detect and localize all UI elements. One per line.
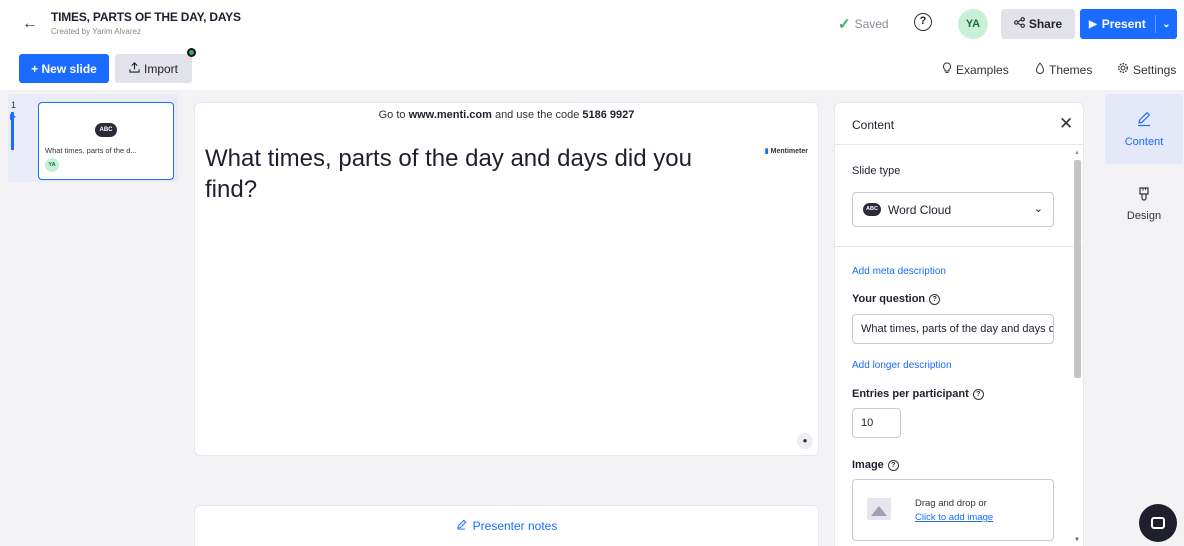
notification-dot — [187, 48, 196, 57]
image-placeholder-icon — [867, 498, 891, 520]
word-cloud-icon: ABC — [863, 203, 881, 216]
back-arrow-icon[interactable]: ← — [20, 14, 40, 34]
add-meta-description-link[interactable]: Add meta description — [852, 266, 946, 277]
examples-label: Examples — [956, 62, 1009, 77]
top-bar: ← TIMES, PARTS OF THE DAY, DAYS Created … — [0, 0, 1184, 46]
help-icon[interactable]: ? — [914, 13, 932, 31]
instruction-code: 5186 9927 — [582, 109, 635, 121]
present-label: Present — [1101, 17, 1146, 31]
examples-button[interactable]: Examples — [942, 62, 1009, 77]
new-slide-button[interactable]: + New slide — [19, 54, 109, 83]
instruction-url: www.menti.com — [408, 109, 492, 121]
themes-button[interactable]: Themes — [1035, 62, 1092, 77]
chat-icon — [1151, 517, 1165, 529]
editor-toolbar: + New slide Import Examples Themes Setti… — [0, 46, 1184, 90]
chat-button[interactable] — [1139, 504, 1177, 542]
slide-number: 1 — [11, 100, 17, 110]
slide-list-panel: 1 ▶ ABC What times, parts of the d... YA — [0, 90, 181, 546]
chevron-down-icon: ⌄ — [1033, 203, 1043, 215]
chevron-down-icon[interactable]: ⌄ — [1156, 19, 1177, 30]
slide-canvas[interactable]: Go to www.menti.com and use the code 518… — [194, 102, 819, 456]
created-by-text: Created by Yarim Alvarez — [51, 27, 141, 36]
slide-thumbnail[interactable]: ABC What times, parts of the d... YA — [38, 102, 174, 180]
presentation-title[interactable]: TIMES, PARTS OF THE DAY, DAYS — [51, 10, 241, 24]
content-tab-label: Content — [1124, 135, 1164, 148]
scroll-down-icon[interactable]: ▼ — [1073, 537, 1081, 543]
right-rail: Content Design — [1098, 90, 1184, 546]
instruction-prefix: Go to — [378, 109, 409, 121]
your-question-label: Your question ? — [852, 293, 941, 305]
slide-type-label: Slide type — [852, 165, 901, 177]
saved-label: Saved — [854, 17, 889, 31]
play-icon: ▶ — [1089, 18, 1097, 30]
paint-brush-icon — [1136, 185, 1152, 204]
share-label: Share — [1028, 17, 1063, 31]
user-avatar[interactable]: YA — [958, 9, 988, 39]
help-icon[interactable]: ? — [887, 459, 899, 471]
thumbnail-avatar: YA — [45, 158, 59, 172]
content-panel: Content ✕ Slide type ABC Word Cloud ⌄ Ad… — [834, 102, 1084, 546]
mentimeter-logo: ▮ Mentimeter — [764, 147, 808, 156]
help-icon[interactable]: ? — [929, 293, 941, 305]
join-instructions: Go to www.menti.com and use the code 518… — [195, 109, 818, 121]
add-image-link[interactable]: Click to add image — [915, 512, 993, 523]
content-tab[interactable]: Content — [1105, 94, 1183, 164]
pencil-icon — [1136, 111, 1152, 130]
pencil-icon — [456, 519, 467, 533]
your-question-text: Your question — [852, 293, 926, 305]
presenter-notes-label: Presenter notes — [472, 519, 558, 533]
slide-type-value: Word Cloud — [888, 202, 952, 217]
instruction-middle: and use the code — [491, 109, 583, 121]
add-longer-description-link[interactable]: Add longer description — [852, 360, 952, 371]
image-label: Image ? — [852, 459, 899, 471]
themes-label: Themes — [1049, 62, 1093, 77]
slide-type-select[interactable]: ABC Word Cloud ⌄ — [852, 192, 1054, 227]
import-button[interactable]: Import — [115, 54, 192, 83]
presenter-notes-button[interactable]: Presenter notes — [194, 505, 819, 546]
image-text: Image — [852, 459, 884, 471]
present-button-group: ▶ Present ⌄ — [1080, 9, 1177, 39]
thumbnail-title: What times, parts of the d... — [45, 146, 137, 155]
content-panel-title: Content — [852, 118, 895, 132]
section-divider — [835, 246, 1083, 247]
checkmark-icon: ✓ — [838, 16, 851, 33]
slide-question[interactable]: What times, parts of the day and days di… — [205, 143, 735, 205]
bars-icon: ▮ — [764, 148, 769, 155]
help-icon[interactable]: ? — [972, 388, 984, 400]
panel-scrollbar[interactable]: ▲ ▼ — [1073, 150, 1081, 546]
save-status: ✓ Saved — [838, 15, 889, 33]
entries-label: Entries per participant ? — [852, 388, 984, 400]
drop-text: Drag and drop or — [915, 498, 987, 509]
scrollbar-thumb[interactable] — [1074, 160, 1081, 378]
play-icon: ▶ — [10, 112, 17, 121]
close-icon[interactable]: ✕ — [1059, 114, 1073, 134]
settings-label: Settings — [1133, 62, 1177, 77]
word-cloud-icon: ABC — [95, 123, 117, 137]
lightbulb-icon — [942, 62, 952, 77]
entries-text: Entries per participant — [852, 388, 969, 400]
share-icon — [1013, 17, 1025, 31]
gear-icon — [1117, 62, 1129, 77]
present-button[interactable]: ▶ Present — [1080, 17, 1155, 31]
content-panel-header: Content ✕ — [835, 103, 1083, 145]
import-label: Import — [143, 61, 178, 76]
share-button[interactable]: Share — [1001, 9, 1075, 39]
design-tab-label: Design — [1126, 209, 1162, 222]
brand-label: Mentimeter — [770, 147, 808, 155]
scroll-up-icon[interactable]: ▲ — [1073, 150, 1081, 156]
settings-button[interactable]: Settings — [1117, 62, 1176, 77]
person-icon: ● — [797, 433, 813, 449]
drop-icon — [1035, 62, 1045, 77]
slide-list-item[interactable]: 1 ▶ ABC What times, parts of the d... YA — [8, 94, 178, 182]
design-tab[interactable]: Design — [1105, 168, 1183, 238]
entries-input[interactable]: 10 — [852, 408, 901, 438]
image-dropzone[interactable]: Drag and drop or Click to add image — [852, 479, 1054, 541]
upload-icon — [129, 61, 140, 76]
question-input[interactable]: What times, parts of the day and days di… — [852, 314, 1054, 344]
